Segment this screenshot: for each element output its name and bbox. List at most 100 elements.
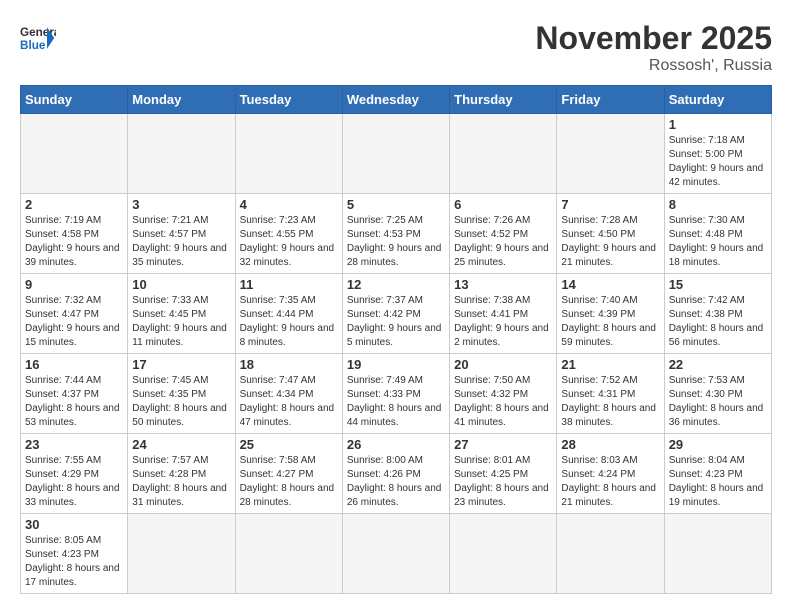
calendar-cell: 15 Sunrise: 7:42 AM Sunset: 4:38 PM Dayli… — [664, 274, 771, 354]
day-number: 18 — [240, 357, 338, 372]
title-block: November 2025 Rossosh', Russia — [535, 20, 772, 75]
day-info: Sunrise: 7:19 AM Sunset: 4:58 PM Dayligh… — [25, 214, 123, 270]
day-number: 2 — [25, 197, 123, 212]
day-number: 4 — [240, 197, 338, 212]
day-number: 17 — [132, 357, 230, 372]
day-number: 9 — [25, 277, 123, 292]
header-friday: Friday — [557, 86, 664, 114]
month-title: November 2025 — [535, 20, 772, 57]
day-number: 15 — [669, 277, 767, 292]
day-info: Sunrise: 8:05 AM Sunset: 4:23 PM Dayligh… — [25, 534, 123, 590]
calendar-cell — [21, 114, 128, 194]
calendar-cell: 26 Sunrise: 8:00 AM Sunset: 4:26 PM Dayli… — [342, 434, 449, 514]
day-info: Sunrise: 7:52 AM Sunset: 4:31 PM Dayligh… — [561, 374, 659, 430]
calendar-cell: 2 Sunrise: 7:19 AM Sunset: 4:58 PM Daylig… — [21, 194, 128, 274]
day-info: Sunrise: 7:23 AM Sunset: 4:55 PM Dayligh… — [240, 214, 338, 270]
week-row-5: 30 Sunrise: 8:05 AM Sunset: 4:23 PM Dayli… — [21, 514, 772, 594]
day-number: 11 — [240, 277, 338, 292]
header-tuesday: Tuesday — [235, 86, 342, 114]
calendar-cell: 10Sunrise: 7:33 AM Sunset: 4:45 PM Dayli… — [128, 274, 235, 354]
day-info: Sunrise: 7:32 AM Sunset: 4:47 PM Dayligh… — [25, 294, 123, 350]
calendar-table: SundayMondayTuesdayWednesdayThursdayFrid… — [20, 85, 772, 594]
calendar-cell: 22Sunrise: 7:53 AM Sunset: 4:30 PM Dayli… — [664, 354, 771, 434]
day-number: 19 — [347, 357, 445, 372]
calendar-cell — [557, 514, 664, 594]
calendar-cell: 25 Sunrise: 7:58 AM Sunset: 4:27 PM Dayli… — [235, 434, 342, 514]
header-thursday: Thursday — [450, 86, 557, 114]
day-info: Sunrise: 8:03 AM Sunset: 4:24 PM Dayligh… — [561, 454, 659, 510]
day-number: 12 — [347, 277, 445, 292]
week-row-4: 23 Sunrise: 7:55 AM Sunset: 4:29 PM Dayli… — [21, 434, 772, 514]
calendar-cell: 3Sunrise: 7:21 AM Sunset: 4:57 PM Daylig… — [128, 194, 235, 274]
day-info: Sunrise: 7:40 AM Sunset: 4:39 PM Dayligh… — [561, 294, 659, 350]
page-header: General Blue November 2025 Rossosh', Rus… — [20, 20, 772, 75]
calendar-cell: 12 Sunrise: 7:37 AM Sunset: 4:42 PM Dayli… — [342, 274, 449, 354]
calendar-cell: 29 Sunrise: 8:04 AM Sunset: 4:23 PM Dayli… — [664, 434, 771, 514]
location-title: Rossosh', Russia — [535, 57, 772, 75]
day-number: 30 — [25, 517, 123, 532]
day-number: 23 — [25, 437, 123, 452]
day-number: 8 — [669, 197, 767, 212]
day-number: 1 — [669, 117, 767, 132]
generalblue-logo-icon: General Blue — [20, 20, 56, 56]
calendar-cell: 4 Sunrise: 7:23 AM Sunset: 4:55 PM Daylig… — [235, 194, 342, 274]
day-info: Sunrise: 7:49 AM Sunset: 4:33 PM Dayligh… — [347, 374, 445, 430]
calendar-cell: 7 Sunrise: 7:28 AM Sunset: 4:50 PM Daylig… — [557, 194, 664, 274]
day-number: 16 — [25, 357, 123, 372]
day-info: Sunrise: 7:38 AM Sunset: 4:41 PM Dayligh… — [454, 294, 552, 350]
calendar-cell: 30 Sunrise: 8:05 AM Sunset: 4:23 PM Dayli… — [21, 514, 128, 594]
week-row-2: 9 Sunrise: 7:32 AM Sunset: 4:47 PM Daylig… — [21, 274, 772, 354]
day-info: Sunrise: 8:01 AM Sunset: 4:25 PM Dayligh… — [454, 454, 552, 510]
calendar-cell: 8Sunrise: 7:30 AM Sunset: 4:48 PM Daylig… — [664, 194, 771, 274]
day-number: 27 — [454, 437, 552, 452]
day-info: Sunrise: 7:50 AM Sunset: 4:32 PM Dayligh… — [454, 374, 552, 430]
calendar-cell — [342, 514, 449, 594]
calendar-cell: 17 Sunrise: 7:45 AM Sunset: 4:35 PM Dayli… — [128, 354, 235, 434]
calendar-cell — [450, 514, 557, 594]
day-number: 5 — [347, 197, 445, 212]
day-info: Sunrise: 7:58 AM Sunset: 4:27 PM Dayligh… — [240, 454, 338, 510]
calendar-cell: 14 Sunrise: 7:40 AM Sunset: 4:39 PM Dayli… — [557, 274, 664, 354]
calendar-cell — [557, 114, 664, 194]
calendar-cell — [128, 114, 235, 194]
calendar-cell: 19 Sunrise: 7:49 AM Sunset: 4:33 PM Dayli… — [342, 354, 449, 434]
calendar-cell: 20 Sunrise: 7:50 AM Sunset: 4:32 PM Dayli… — [450, 354, 557, 434]
calendar-cell: 28Sunrise: 8:03 AM Sunset: 4:24 PM Dayli… — [557, 434, 664, 514]
calendar-cell: 16Sunrise: 7:44 AM Sunset: 4:37 PM Dayli… — [21, 354, 128, 434]
calendar-cell: 23 Sunrise: 7:55 AM Sunset: 4:29 PM Dayli… — [21, 434, 128, 514]
day-info: Sunrise: 8:04 AM Sunset: 4:23 PM Dayligh… — [669, 454, 767, 510]
calendar-cell — [235, 514, 342, 594]
week-row-0: 1 Sunrise: 7:18 AM Sunset: 5:00 PM Daylig… — [21, 114, 772, 194]
day-info: Sunrise: 7:57 AM Sunset: 4:28 PM Dayligh… — [132, 454, 230, 510]
calendar-cell: 6Sunrise: 7:26 AM Sunset: 4:52 PM Daylig… — [450, 194, 557, 274]
calendar-cell: 1 Sunrise: 7:18 AM Sunset: 5:00 PM Daylig… — [664, 114, 771, 194]
day-info: Sunrise: 7:42 AM Sunset: 4:38 PM Dayligh… — [669, 294, 767, 350]
calendar-cell: 18 Sunrise: 7:47 AM Sunset: 4:34 PM Dayli… — [235, 354, 342, 434]
day-info: Sunrise: 7:26 AM Sunset: 4:52 PM Dayligh… — [454, 214, 552, 270]
day-info: Sunrise: 7:37 AM Sunset: 4:42 PM Dayligh… — [347, 294, 445, 350]
calendar-cell — [342, 114, 449, 194]
day-number: 26 — [347, 437, 445, 452]
day-number: 29 — [669, 437, 767, 452]
day-info: Sunrise: 7:55 AM Sunset: 4:29 PM Dayligh… — [25, 454, 123, 510]
day-number: 20 — [454, 357, 552, 372]
day-number: 7 — [561, 197, 659, 212]
day-info: Sunrise: 7:45 AM Sunset: 4:35 PM Dayligh… — [132, 374, 230, 430]
week-row-3: 16Sunrise: 7:44 AM Sunset: 4:37 PM Dayli… — [21, 354, 772, 434]
day-number: 14 — [561, 277, 659, 292]
day-info: Sunrise: 8:00 AM Sunset: 4:26 PM Dayligh… — [347, 454, 445, 510]
calendar-header-row: SundayMondayTuesdayWednesdayThursdayFrid… — [21, 86, 772, 114]
calendar-cell: 5Sunrise: 7:25 AM Sunset: 4:53 PM Daylig… — [342, 194, 449, 274]
day-info: Sunrise: 7:47 AM Sunset: 4:34 PM Dayligh… — [240, 374, 338, 430]
day-info: Sunrise: 7:28 AM Sunset: 4:50 PM Dayligh… — [561, 214, 659, 270]
day-number: 3 — [132, 197, 230, 212]
header-saturday: Saturday — [664, 86, 771, 114]
day-number: 13 — [454, 277, 552, 292]
calendar-cell: 13 Sunrise: 7:38 AM Sunset: 4:41 PM Dayli… — [450, 274, 557, 354]
header-sunday: Sunday — [21, 86, 128, 114]
day-info: Sunrise: 7:53 AM Sunset: 4:30 PM Dayligh… — [669, 374, 767, 430]
calendar-cell — [450, 114, 557, 194]
calendar-cell: 21Sunrise: 7:52 AM Sunset: 4:31 PM Dayli… — [557, 354, 664, 434]
day-info: Sunrise: 7:18 AM Sunset: 5:00 PM Dayligh… — [669, 134, 767, 190]
day-number: 25 — [240, 437, 338, 452]
